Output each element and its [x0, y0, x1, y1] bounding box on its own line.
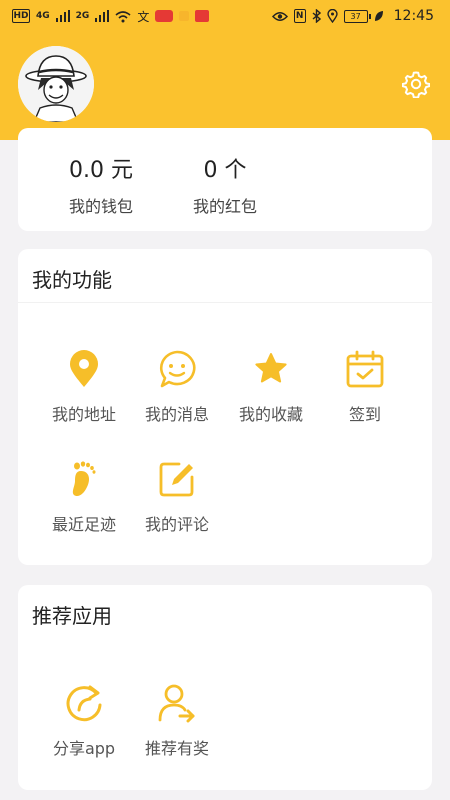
recommended-title: 推荐应用 — [32, 604, 112, 628]
status-bar: HD 4G 2G 文 N 37 12:45 — [0, 0, 450, 32]
edit-icon — [159, 462, 194, 497]
functions-card: 我的功能 我的地址 我的消息 我的收藏 签到 最近足迹 我的评论 — [18, 249, 432, 565]
wifi-icon — [115, 10, 131, 22]
redpacket-value: 0 个 — [203, 158, 247, 183]
4g-signal-icon — [55, 10, 70, 22]
function-label: 最近足迹 — [51, 515, 116, 534]
wallet-balance-label: 我的钱包 — [68, 197, 133, 216]
recommended-card: 推荐应用 分享app 推荐有奖 — [18, 585, 432, 790]
recommended-label: 推荐有奖 — [144, 739, 209, 758]
function-item-address[interactable]: 我的地址 — [39, 349, 129, 425]
function-label: 我的收藏 — [238, 405, 303, 424]
signal-2g-label: 2G — [75, 11, 90, 21]
nfc-icon: N — [293, 9, 306, 23]
location-icon — [326, 9, 338, 23]
gear-icon[interactable] — [402, 70, 430, 98]
app-notification-icon — [155, 10, 174, 22]
recommended-label: 分享app — [52, 739, 116, 758]
avatar[interactable] — [18, 46, 94, 122]
function-item-footprints[interactable]: 最近足迹 — [39, 459, 129, 535]
2g-signal-icon — [95, 10, 110, 22]
status-time: 12:45 — [393, 8, 434, 24]
refer-user-icon — [158, 684, 195, 723]
recommended-item-refer[interactable]: 推荐有奖 — [132, 683, 222, 759]
wallet-balance-value: 0.0 元 — [69, 158, 133, 183]
recommended-item-share[interactable]: 分享app — [39, 683, 129, 759]
calendar-check-icon — [346, 350, 384, 388]
divider — [18, 302, 432, 303]
footprint-icon — [72, 461, 96, 497]
battery-icon: 37 — [343, 9, 371, 23]
function-item-messages[interactable]: 我的消息 — [132, 349, 222, 425]
function-item-comments[interactable]: 我的评论 — [132, 459, 222, 535]
wallet-card: 0.0 元 我的钱包 0 个 我的红包 — [18, 128, 432, 231]
redpacket-label: 我的红包 — [192, 197, 257, 216]
function-label: 我的消息 — [144, 405, 209, 424]
bluetooth-icon — [312, 9, 321, 23]
function-item-checkin[interactable]: 签到 — [320, 349, 410, 425]
function-label: 签到 — [348, 405, 381, 424]
star-icon — [255, 353, 287, 383]
avatar-illustration — [18, 46, 94, 122]
function-label: 我的地址 — [51, 405, 116, 424]
news-app-icon — [195, 10, 210, 22]
location-pin-icon — [70, 350, 98, 387]
function-item-favorites[interactable]: 我的收藏 — [226, 349, 316, 425]
redpacket-count[interactable]: 0 个 我的红包 — [160, 128, 290, 217]
signal-4g-label: 4G — [36, 11, 50, 21]
hd-icon: HD — [12, 9, 30, 23]
functions-title: 我的功能 — [32, 268, 112, 292]
wallet-balance[interactable]: 0.0 元 我的钱包 — [36, 128, 166, 217]
eye-icon — [271, 11, 288, 21]
nfc-app-icon: 文 — [137, 9, 150, 24]
gift-icon — [179, 11, 190, 21]
function-label: 我的评论 — [144, 515, 209, 534]
message-bubble-icon — [159, 350, 196, 388]
leaf-icon — [374, 11, 383, 21]
share-icon — [66, 685, 102, 722]
profile-header: HD 4G 2G 文 N 37 12:45 — [0, 0, 450, 140]
